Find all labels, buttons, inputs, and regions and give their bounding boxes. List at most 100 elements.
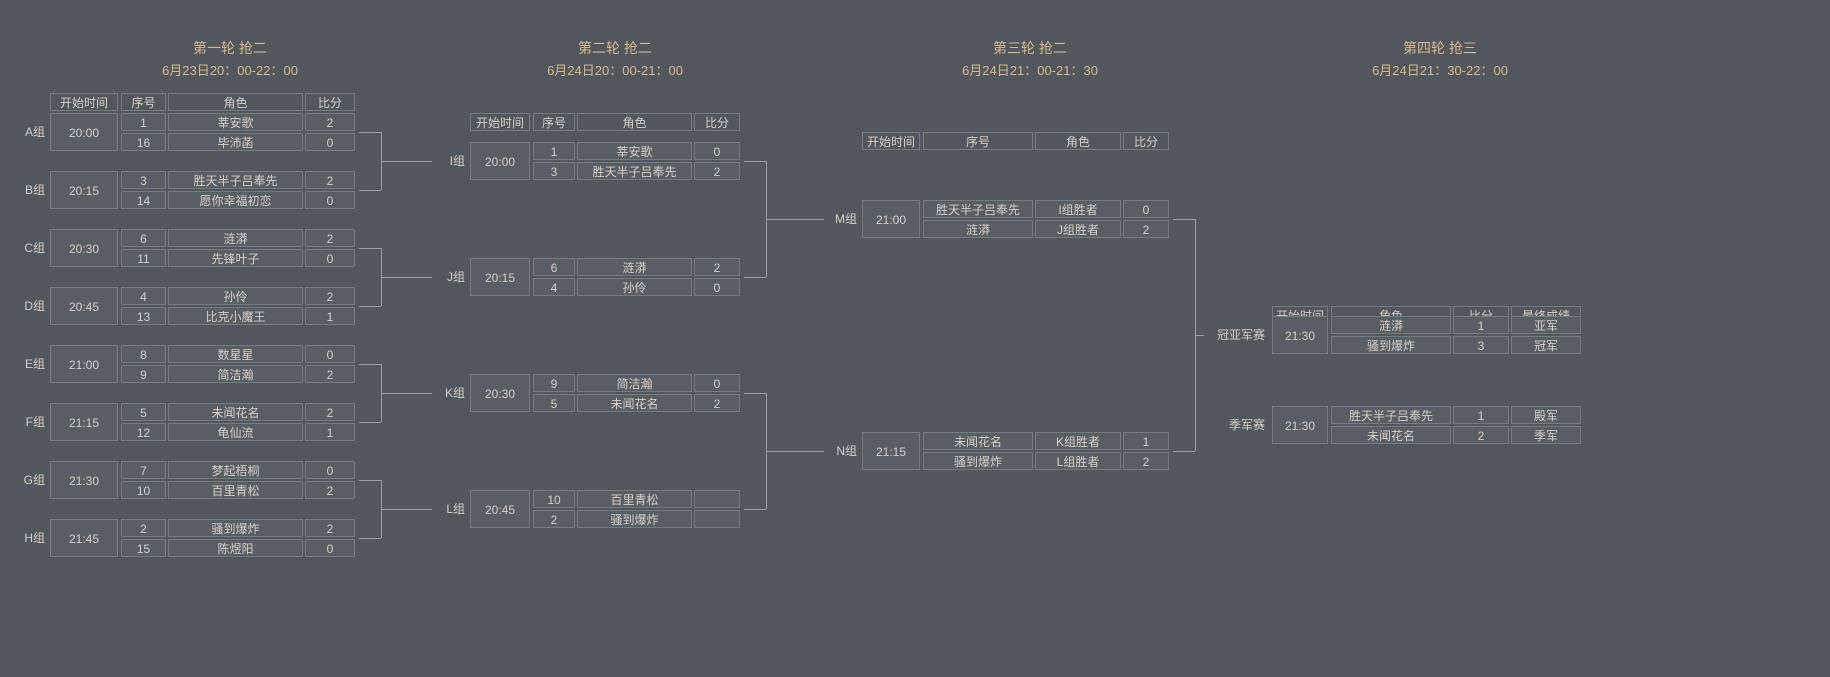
r1-seed-cell: 3 bbox=[121, 171, 166, 189]
connector-h bbox=[359, 364, 381, 365]
r1-score-cell: 2 bbox=[305, 171, 355, 189]
r2-seed-cell: 6 bbox=[533, 258, 575, 276]
r3-seed-cell: 涟漭 bbox=[923, 220, 1033, 238]
r1-start-cell: 21:15 bbox=[50, 403, 118, 441]
r1-role-cell: 未闻花名 bbox=[168, 403, 303, 421]
connector-h bbox=[1195, 335, 1204, 336]
r1-seed-cell: 7 bbox=[121, 461, 166, 479]
r2-role-cell: 莘安歌 bbox=[577, 142, 692, 160]
r1-role-cell: 涟漭 bbox=[168, 229, 303, 247]
r2-group-label: I组 bbox=[435, 151, 465, 171]
r2-seed-cell: 1 bbox=[533, 142, 575, 160]
r3-hdr-start: 开始时间 bbox=[862, 132, 920, 150]
r2-role-cell: 简洁瀚 bbox=[577, 374, 692, 392]
round-2-title: 第二轮 抢二 6月24日20：00-21：00 bbox=[465, 38, 765, 79]
round-1-title: 第一轮 抢二 6月23日20：00-22：00 bbox=[80, 38, 380, 79]
r1-score-cell: 2 bbox=[305, 403, 355, 421]
r1-role-cell: 先锋叶子 bbox=[168, 249, 303, 267]
r1-start-cell: 21:00 bbox=[50, 345, 118, 383]
connector-h bbox=[381, 509, 432, 510]
r2-start-cell: 20:00 bbox=[470, 142, 530, 180]
r3-hdr-score: 比分 bbox=[1123, 132, 1169, 150]
r2-seed-cell: 4 bbox=[533, 278, 575, 296]
r1-start-cell: 20:30 bbox=[50, 229, 118, 267]
round-title-line2: 6月24日21：00-21：30 bbox=[880, 60, 1180, 79]
r2-seed-cell: 3 bbox=[533, 162, 575, 180]
r1-role-cell: 莘安歌 bbox=[168, 113, 303, 131]
r4-group-label: 冠亚军赛 bbox=[1207, 325, 1265, 345]
r1-score-cell: 0 bbox=[305, 249, 355, 267]
r3-role-cell: L组胜者 bbox=[1035, 452, 1121, 470]
r1-start-cell: 20:45 bbox=[50, 287, 118, 325]
r1-score-cell: 2 bbox=[305, 287, 355, 305]
r3-score-cell: 2 bbox=[1123, 452, 1169, 470]
r2-seed-cell: 9 bbox=[533, 374, 575, 392]
r1-role-cell: 数星星 bbox=[168, 345, 303, 363]
r2-score-cell: 2 bbox=[694, 162, 740, 180]
r1-score-cell: 2 bbox=[305, 229, 355, 247]
r1-group-label: B组 bbox=[15, 180, 45, 200]
r2-hdr-seed: 序号 bbox=[533, 113, 575, 131]
r2-score-cell: 0 bbox=[694, 142, 740, 160]
r2-role-cell: 百里青松 bbox=[577, 490, 692, 508]
r1-seed-cell: 11 bbox=[121, 249, 166, 267]
connector-h bbox=[359, 480, 381, 481]
connector-h bbox=[359, 190, 381, 191]
r1-score-cell: 2 bbox=[305, 519, 355, 537]
r1-seed-cell: 16 bbox=[121, 133, 166, 151]
r2-score-cell: 0 bbox=[694, 374, 740, 392]
r1-role-cell: 毕沛菡 bbox=[168, 133, 303, 151]
r2-score-cell: 0 bbox=[694, 278, 740, 296]
r3-score-cell: 0 bbox=[1123, 200, 1169, 218]
r1-seed-cell: 15 bbox=[121, 539, 166, 557]
connector-h bbox=[744, 509, 766, 510]
r3-score-cell: 2 bbox=[1123, 220, 1169, 238]
r3-start-cell: 21:00 bbox=[862, 200, 920, 238]
r1-score-cell: 0 bbox=[305, 461, 355, 479]
r2-hdr-start: 开始时间 bbox=[470, 113, 530, 131]
r1-score-cell: 0 bbox=[305, 133, 355, 151]
round-title-line1: 第二轮 抢二 bbox=[465, 38, 765, 58]
r4-result-cell: 亚军 bbox=[1511, 316, 1581, 334]
r4-score-cell: 3 bbox=[1453, 336, 1509, 354]
r1-seed-cell: 10 bbox=[121, 481, 166, 499]
connector-h bbox=[744, 393, 766, 394]
r1-score-cell: 0 bbox=[305, 345, 355, 363]
connector-h bbox=[381, 393, 432, 394]
r1-role-cell: 胜天半子吕奉先 bbox=[168, 171, 303, 189]
r1-score-cell: 2 bbox=[305, 481, 355, 499]
r2-hdr-score: 比分 bbox=[694, 113, 740, 131]
r4-result-cell: 季军 bbox=[1511, 426, 1581, 444]
round-4-title: 第四轮 抢三 6月24日21：30-22：00 bbox=[1290, 38, 1590, 79]
r4-score-cell: 2 bbox=[1453, 426, 1509, 444]
r2-score-cell bbox=[694, 490, 740, 508]
r1-role-cell: 百里青松 bbox=[168, 481, 303, 499]
r1-group-label: H组 bbox=[15, 528, 45, 548]
r4-role-cell: 骚到爆炸 bbox=[1331, 336, 1451, 354]
r2-hdr-role: 角色 bbox=[577, 113, 692, 131]
r2-role-cell: 未闻花名 bbox=[577, 394, 692, 412]
round-title-line2: 6月24日20：00-21：00 bbox=[465, 60, 765, 79]
r2-score-cell: 2 bbox=[694, 394, 740, 412]
r3-seed-cell: 未闻花名 bbox=[923, 432, 1033, 450]
connector-h bbox=[381, 277, 432, 278]
r4-score-cell: 1 bbox=[1453, 316, 1509, 334]
r1-role-cell: 骚到爆炸 bbox=[168, 519, 303, 537]
connector-h bbox=[766, 219, 824, 220]
r3-group-label: N组 bbox=[827, 441, 857, 461]
connector-h bbox=[359, 422, 381, 423]
r1-score-cell: 2 bbox=[305, 365, 355, 383]
r1-group-label: A组 bbox=[15, 122, 45, 142]
connector-h bbox=[1173, 219, 1195, 220]
r4-score-cell: 1 bbox=[1453, 406, 1509, 424]
r3-hdr-seed: 序号 bbox=[923, 132, 1033, 150]
r1-seed-cell: 8 bbox=[121, 345, 166, 363]
r1-score-cell: 0 bbox=[305, 191, 355, 209]
r1-seed-cell: 13 bbox=[121, 307, 166, 325]
r1-role-cell: 愿你幸福初恋 bbox=[168, 191, 303, 209]
connector-h bbox=[359, 538, 381, 539]
r2-seed-cell: 5 bbox=[533, 394, 575, 412]
r1-score-cell: 2 bbox=[305, 113, 355, 131]
r1-seed-cell: 1 bbox=[121, 113, 166, 131]
r2-role-cell: 骚到爆炸 bbox=[577, 510, 692, 528]
